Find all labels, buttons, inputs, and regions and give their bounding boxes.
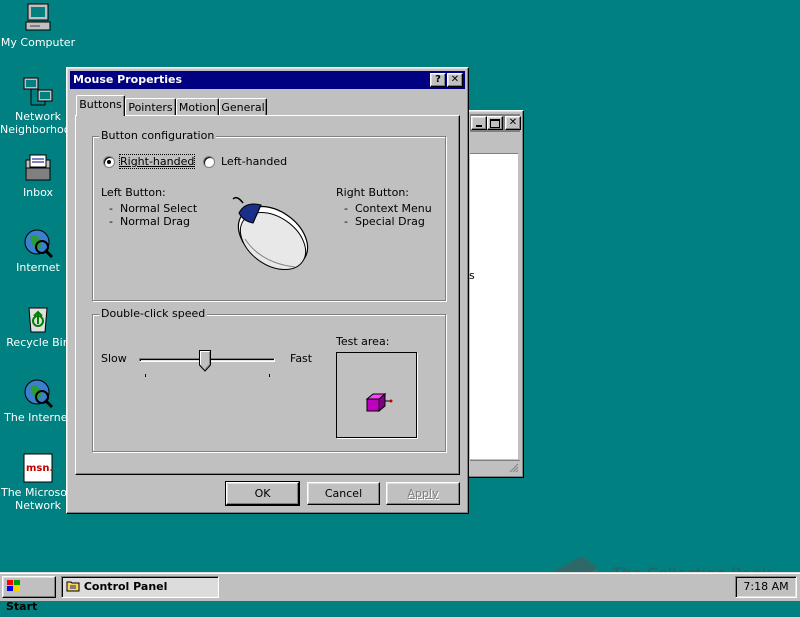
jack-in-the-box-icon [365,392,393,413]
left-handed-label[interactable]: Left-handed [221,155,287,168]
help-icon: ? [435,74,441,85]
mouse-icon [232,196,309,271]
desktop-icon-internet[interactable]: Internet [0,227,76,274]
button-configuration-group: Button configuration Right-handed Left-h… [92,129,446,301]
inbox-icon [25,154,51,181]
background-window-content [470,153,518,459]
msn-icon: msn. [23,453,53,483]
maximize-icon [490,119,500,128]
right-button-item: - Special Drag [344,215,425,228]
left-handed-radio[interactable] [203,156,215,168]
close-button[interactable]: ✕ [505,116,521,130]
apply-button[interactable]: Apply [386,482,460,505]
desktop-icon-label: The Microsoft Network [0,486,75,512]
mouse-properties-dialog[interactable]: Mouse Properties ? ✕ Buttons Pointers Mo… [66,67,469,514]
double-click-speed-group: Double-click speed Slow Fast Test area: [92,307,446,452]
internet-icon [24,229,54,259]
group-label: Double-click speed [99,307,208,320]
resize-grip-icon[interactable] [509,463,519,473]
maximize-button[interactable] [487,116,503,130]
network-neighborhood-icon [23,77,53,106]
taskbar: Start Control Panel 7:18 AM [0,572,800,613]
close-button[interactable]: ✕ [447,73,463,87]
control-panel-icon [66,581,80,592]
minimize-icon [476,125,482,127]
desktop-icon-the-internet[interactable]: The Internet [0,377,76,424]
desktop-icon-label: Inbox [22,186,54,199]
tab-buttons[interactable]: Buttons [76,95,125,116]
the-internet-icon [24,379,54,409]
windows-logo-icon [7,580,20,591]
desktop-icon-network-neighborhood[interactable]: Network Neighborhood [0,76,77,136]
background-window-text: s [469,269,475,282]
tab-general[interactable]: General [219,98,267,116]
background-window[interactable]: ✕ s [466,110,524,478]
close-icon: ✕ [450,74,460,85]
my-computer-icon [25,3,51,31]
taskbar-item-control-panel[interactable]: Control Panel [61,576,219,598]
clock[interactable]: 7:18 AM [743,580,788,593]
svg-text:msn.: msn. [26,463,53,474]
left-button-title: Left Button: [101,186,166,199]
left-button-item: - Normal Select [109,202,198,215]
tab-panel: Button configuration Right-handed Left-h… [75,115,460,475]
desktop-icon-recycle-bin[interactable]: Recycle Bin [0,302,76,349]
help-button[interactable]: ? [430,73,446,87]
left-button-item: - Normal Drag [109,215,190,228]
right-button-title: Right Button: [336,186,410,199]
ok-button[interactable]: OK [225,481,300,506]
system-tray: 7:18 AM [735,576,797,598]
recycle-bin-icon [28,307,48,333]
fast-label: Fast [290,352,313,365]
dialog-title: Mouse Properties [73,73,183,86]
right-handed-label[interactable]: Right-handed [118,154,196,169]
cancel-button[interactable]: Cancel [307,482,380,505]
start-button[interactable]: Start [2,576,56,613]
dialog-titlebar[interactable]: Mouse Properties ? ✕ [70,71,465,89]
tab-pointers[interactable]: Pointers [125,98,176,116]
test-area-label: Test area: [336,335,390,348]
desktop-icon-msn[interactable]: msn. The Microsoft Network [0,452,76,512]
desktop-icon-inbox[interactable]: Inbox [0,152,76,199]
desktop-icon-label: Recycle Bin [6,336,70,349]
minimize-button[interactable] [471,116,487,130]
desktop-icon-label: Internet [16,261,60,274]
slider-tick [269,374,270,377]
close-icon: ✕ [508,117,518,128]
speed-slider[interactable] [139,350,275,378]
desktop-icon-label: The Internet [4,411,72,424]
group-label: Button configuration [99,129,217,142]
test-area[interactable] [336,352,417,438]
slider-thumb[interactable] [199,350,211,372]
desktop-icon-my-computer[interactable]: My Computer [0,2,76,49]
slow-label: Slow [101,352,127,365]
desktop-icon-label: My Computer [0,36,76,49]
right-button-item: - Context Menu [344,202,432,215]
right-handed-radio[interactable] [103,156,115,168]
tab-motion[interactable]: Motion [176,98,219,116]
slider-tick [145,374,146,377]
